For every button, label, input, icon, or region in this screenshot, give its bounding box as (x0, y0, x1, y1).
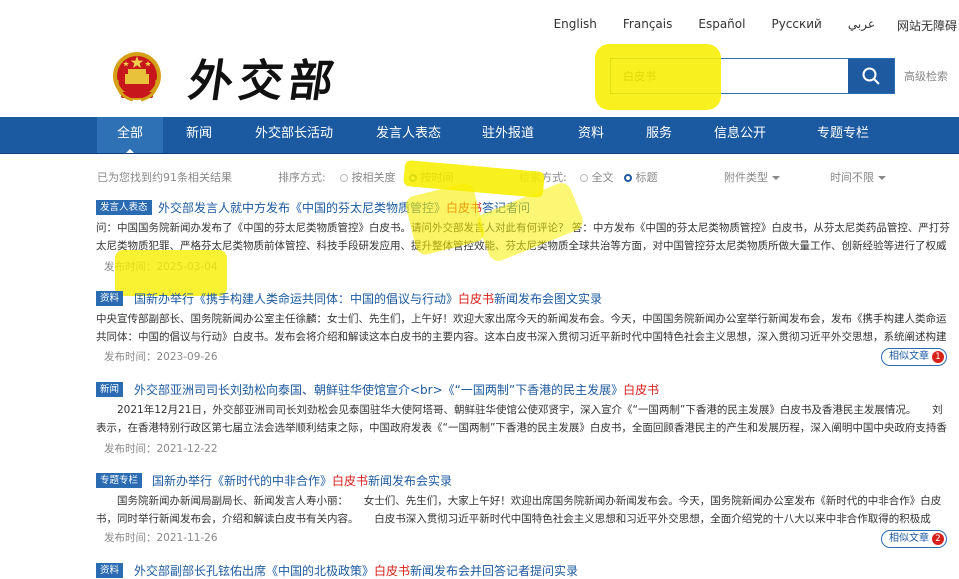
result-abstract: 2021年12月21日，外交部亚洲司司长刘劲松会见泰国驻华大使阿塔哥、朝鲜驻华使… (96, 404, 947, 434)
nav-minister-activities[interactable]: 外交部长活动 (255, 117, 333, 153)
filter-bar: 已为您找到约91条相关结果 排序方式: 按相关度 按时间 检索方式: 全文 标题… (0, 169, 959, 185)
result-title[interactable]: 外交部亚洲司司长刘劲松向泰国、朝鲜驻华使馆宣介<br>《“一国两制”下香港的民主… (134, 381, 659, 398)
result-title[interactable]: 外交部发言人就中方发布《中国的芬太尼类物质管控》白皮书答记者问 (158, 199, 530, 216)
category-badge[interactable]: 资料 (96, 563, 124, 578)
sort-label: 排序方式: (278, 171, 326, 184)
attachment-type-dropdown[interactable]: 附件类型 (724, 169, 780, 185)
nav-overseas-reports[interactable]: 驻外报道 (482, 117, 534, 153)
nav-materials[interactable]: 资料 (578, 117, 604, 153)
radio-selected-icon (409, 174, 417, 182)
main-nav: 全部 新闻 外交部长活动 发言人表态 驻外报道 资料 服务 信息公开 专题专栏 (0, 117, 959, 154)
nav-services[interactable]: 服务 (646, 117, 672, 153)
similar-count-badge: 1 (932, 351, 944, 363)
result-title[interactable]: 国新办举行《新时代的中非合作》白皮书新闻发布会实录 (152, 472, 452, 489)
sort-relevance-option[interactable]: 按相关度 (340, 169, 396, 185)
chevron-down-icon (772, 176, 780, 180)
lang-spanish[interactable]: Español (698, 17, 745, 37)
radio-icon (340, 174, 348, 182)
result-abstract: 中央宣传部副部长、国务院新闻办公室主任徐麟：女士们、先生们，上午好！欢迎大家出席… (96, 313, 947, 343)
result-abstract: 问：中国国务院新闻办发布了《中国的芬太尼类物质管控》白皮书。请问外交部发言人对此… (96, 222, 950, 252)
publish-date: 发布时间：2021-11-26 (104, 532, 218, 544)
scope-title-option[interactable]: 标题 (624, 169, 658, 185)
nav-news[interactable]: 新闻 (186, 117, 212, 153)
similar-articles-button[interactable]: 相似文章 2 (881, 530, 947, 548)
publish-date: 发布时间：2023-09-26 (104, 351, 218, 363)
scope-fulltext-option[interactable]: 全文 (580, 169, 614, 185)
nav-spokesperson[interactable]: 发言人表态 (376, 117, 441, 153)
result-title[interactable]: 国新办举行《携手构建人类命运共同体：中国的倡议与行动》白皮书新闻发布会图文实录 (134, 290, 602, 307)
lang-french[interactable]: Français (623, 17, 672, 37)
active-caret-icon (126, 149, 134, 153)
radio-selected-icon (624, 174, 632, 182)
nav-info-disclosure[interactable]: 信息公开 (714, 117, 766, 153)
result-count: 已为您找到约91条相关结果 (97, 171, 232, 184)
scope-label: 检索方式: (519, 171, 567, 184)
language-bar: English Français Español Русский عربي 网站… (528, 17, 959, 37)
search-icon (862, 67, 880, 85)
national-emblem-logo[interactable] (111, 50, 163, 104)
category-badge[interactable]: 发言人表态 (96, 200, 152, 215)
chevron-down-icon (878, 176, 886, 180)
category-badge[interactable]: 资料 (96, 291, 124, 306)
lang-russian[interactable]: Русский (771, 17, 821, 37)
similar-count-badge: 2 (932, 533, 944, 545)
sort-time-option[interactable]: 按时间 (409, 169, 454, 185)
similar-articles-button[interactable]: 相似文章 1 (881, 348, 947, 366)
publish-date: 发布时间：2021-12-22 (104, 443, 218, 455)
lang-arabic[interactable]: عربي (848, 17, 875, 37)
search-button[interactable] (848, 59, 894, 93)
nav-all[interactable]: 全部 (97, 117, 163, 153)
radio-icon (580, 174, 588, 182)
result-title[interactable]: 外交部副部长孔铉佑出席《中国的北极政策》白皮书新闻发布会并回答记者提问实录 (134, 562, 578, 579)
advanced-search-link[interactable]: 高级检索 (904, 68, 948, 84)
search-box (610, 58, 895, 94)
publish-date: 发布时间：2025-03-04 (104, 261, 218, 273)
category-badge[interactable]: 新闻 (96, 382, 124, 397)
search-input[interactable] (611, 59, 847, 93)
category-badge[interactable]: 专题专栏 (96, 473, 143, 488)
time-range-dropdown[interactable]: 时间不限 (830, 169, 886, 185)
nav-special-topics[interactable]: 专题专栏 (817, 117, 869, 153)
ministry-calligraphy-logo[interactable]: 外交部 (185, 54, 343, 110)
lang-english[interactable]: English (554, 17, 597, 37)
result-abstract: 国务院新闻办新闻局副局长、新闻发言人寿小丽： 女士们、先生们，大家上午好！欢迎出… (96, 495, 942, 525)
accessibility-link[interactable]: 网站无障碍 (897, 17, 957, 37)
